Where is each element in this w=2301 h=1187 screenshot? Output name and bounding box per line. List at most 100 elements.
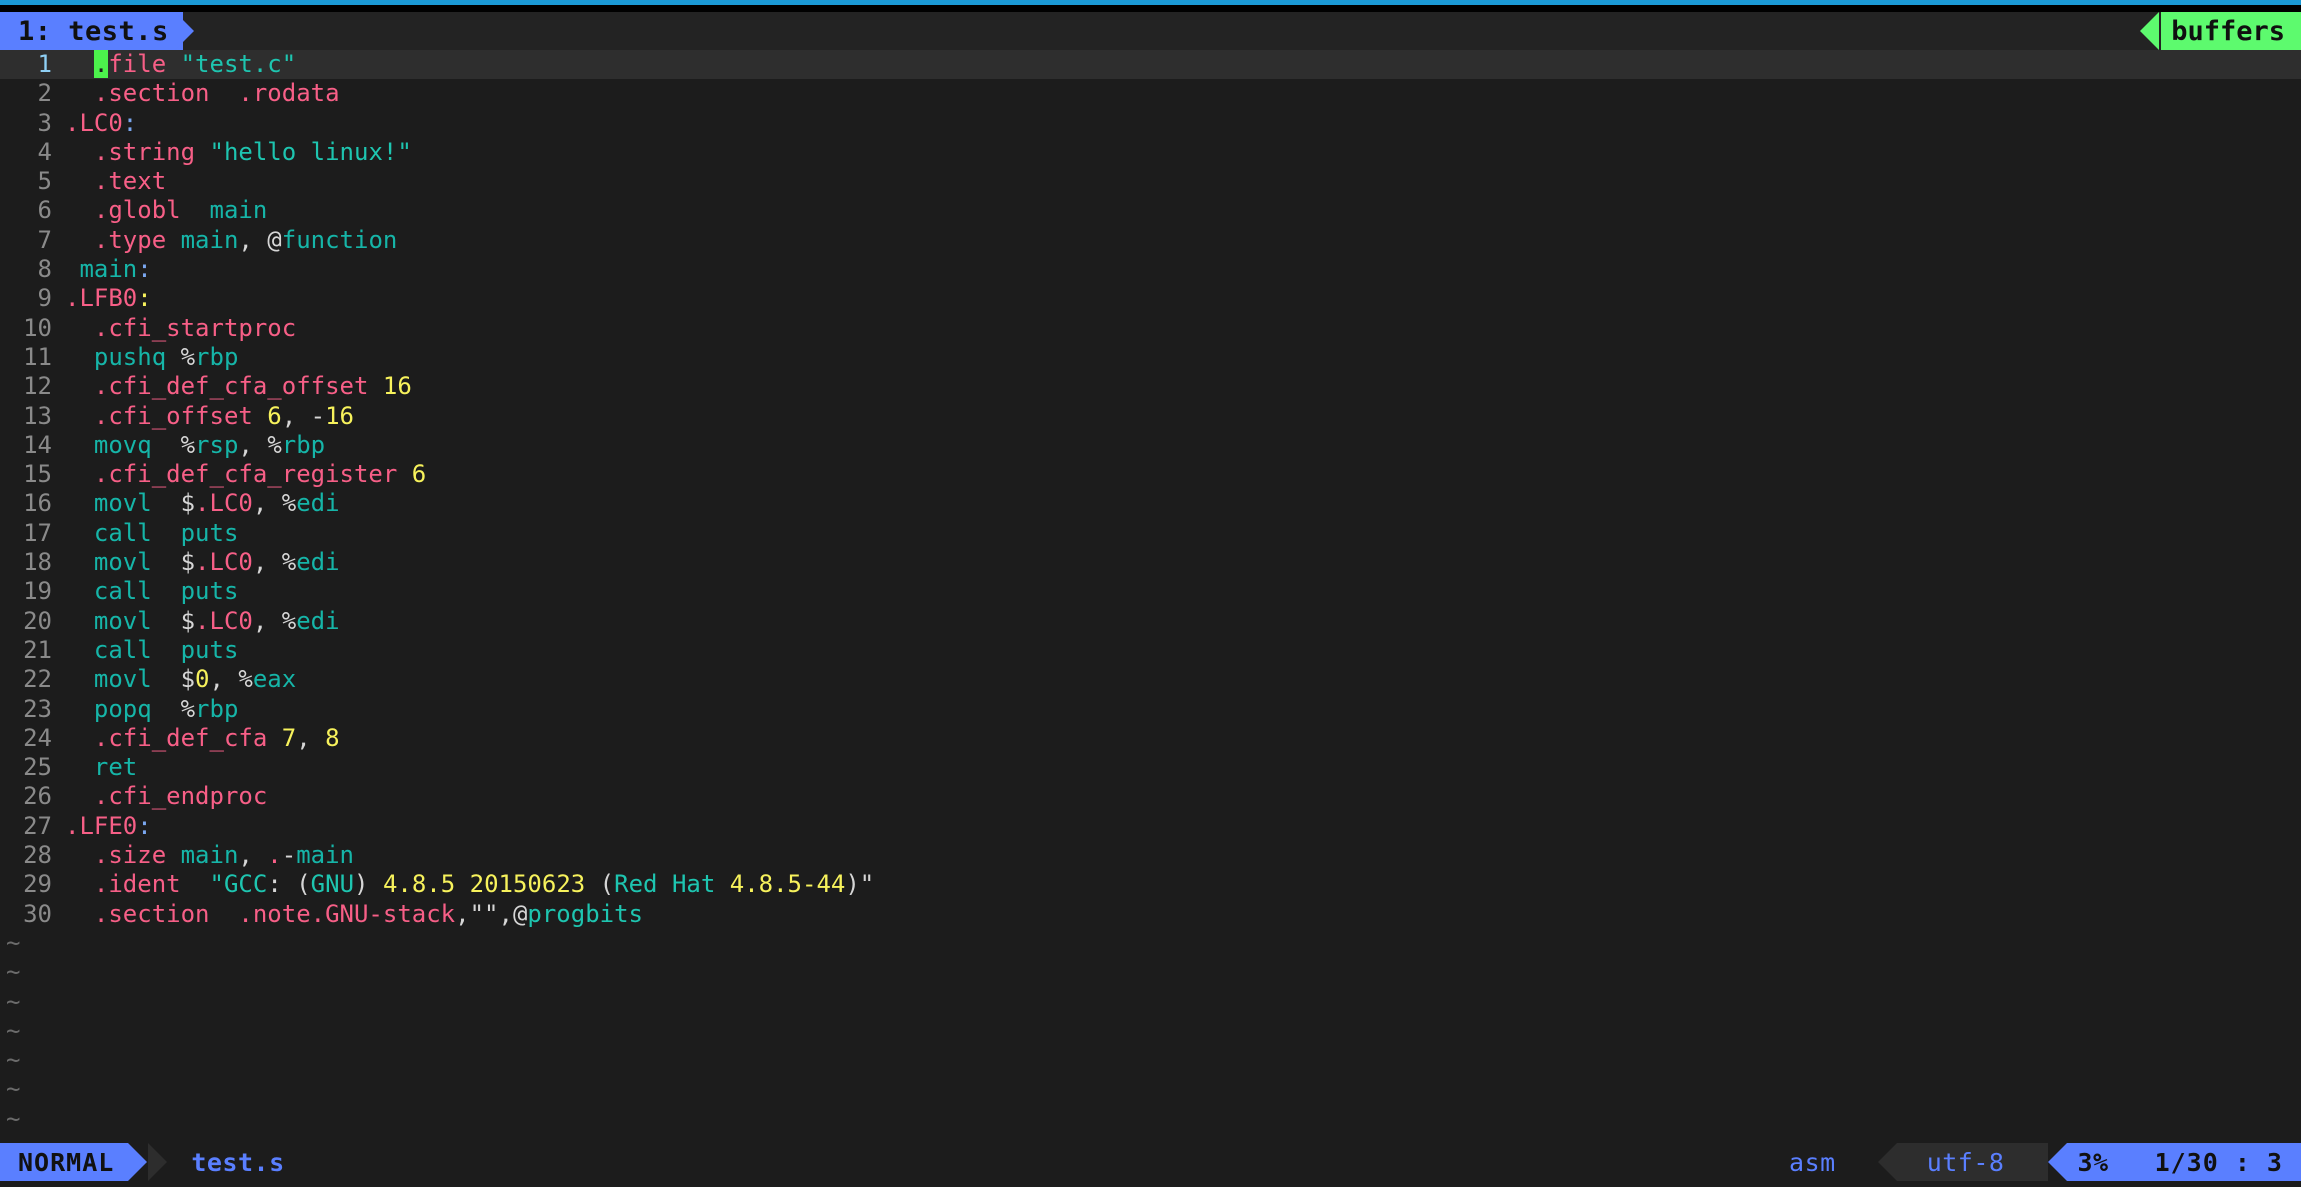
line-number: 8 <box>0 255 52 284</box>
code-line[interactable]: 16 movl $.LC0, %edi <box>0 489 2301 518</box>
line-number: 6 <box>0 196 52 225</box>
status-mode-badge: NORMAL <box>0 1143 128 1181</box>
code-token: )" <box>845 870 874 898</box>
code-token: .LC0 <box>195 489 253 517</box>
code-text: movl $0, %eax <box>52 665 296 694</box>
code-token: function <box>282 226 398 254</box>
line-number: 22 <box>0 665 52 694</box>
code-token: main <box>65 255 137 283</box>
line-number: 20 <box>0 607 52 636</box>
code-line[interactable]: 29 .ident "GCC: (GNU) 4.8.5 20150623 (Re… <box>0 870 2301 899</box>
code-line[interactable]: 3.LC0: <box>0 109 2301 138</box>
code-text: .file "test.c" <box>52 50 296 79</box>
code-line[interactable]: 7 .type main, @function <box>0 226 2301 255</box>
code-token: .type <box>65 226 181 254</box>
code-line[interactable]: 15 .cfi_def_cfa_register 6 <box>0 460 2301 489</box>
code-token: ( <box>296 870 310 898</box>
code-line[interactable]: 17 call puts <box>0 519 2301 548</box>
line-number: 17 <box>0 519 52 548</box>
code-line[interactable]: 4 .string "hello linux!" <box>0 138 2301 167</box>
code-line[interactable]: 1 .file "test.c" <box>0 50 2301 79</box>
code-line[interactable]: 24 .cfi_def_cfa 7, 8 <box>0 724 2301 753</box>
code-token: , <box>238 226 267 254</box>
code-token: rbp <box>195 695 238 723</box>
tabline-buffers-label[interactable]: buffers <box>2161 12 2301 50</box>
tab-buffer-1[interactable]: 1: test.s <box>0 12 183 50</box>
line-number: 27 <box>0 812 52 841</box>
code-token: .globl <box>65 196 210 224</box>
code-token: . <box>267 841 281 869</box>
editor-buffer[interactable]: 1 .file "test.c"2 .section .rodata3.LC0:… <box>0 50 2301 1137</box>
code-line[interactable]: 14 movq %rsp, %rbp <box>0 431 2301 460</box>
code-line[interactable]: 26 .cfi_endproc <box>0 782 2301 811</box>
code-token: progbits <box>527 900 643 928</box>
code-token: "hello linux!" <box>210 138 412 166</box>
code-token: .LFB0 <box>65 284 137 312</box>
code-token: .text <box>65 167 166 195</box>
code-line[interactable]: 10 .cfi_startproc <box>0 314 2301 343</box>
code-token: 6 <box>267 402 281 430</box>
code-line[interactable]: 30 .section .note.GNU-stack,"",@progbits <box>0 900 2301 929</box>
code-token: GNU <box>311 870 354 898</box>
code-token: ( <box>585 870 614 898</box>
code-line[interactable]: 9.LFB0: <box>0 284 2301 313</box>
code-line[interactable]: 11 pushq %rbp <box>0 343 2301 372</box>
code-token: ,"", <box>455 900 513 928</box>
code-line[interactable]: 20 movl $.LC0, %edi <box>0 607 2301 636</box>
code-line[interactable]: 2 .section .rodata <box>0 79 2301 108</box>
status-sep-arrow-icon <box>148 1143 167 1181</box>
code-text: .cfi_def_cfa_offset 16 <box>52 372 412 401</box>
code-text: .section .note.GNU-stack,"",@progbits <box>52 900 643 929</box>
code-token: - <box>282 841 296 869</box>
status-mode-text: NORMAL <box>18 1148 114 1177</box>
code-token: % <box>181 431 195 459</box>
code-line[interactable]: 21 call puts <box>0 636 2301 665</box>
buffers-arrow-icon <box>2140 12 2159 50</box>
code-line[interactable]: 12 .cfi_def_cfa_offset 16 <box>0 372 2301 401</box>
code-line[interactable]: 6 .globl main <box>0 196 2301 225</box>
code-line[interactable]: 27.LFE0: <box>0 812 2301 841</box>
code-token: .cfi_def_cfa_register <box>65 460 412 488</box>
cursor-block: . <box>94 50 108 78</box>
code-token: movl <box>65 607 181 635</box>
code-token: , <box>253 548 282 576</box>
code-line[interactable]: 25 ret <box>0 753 2301 782</box>
code-token: % <box>282 548 296 576</box>
code-line[interactable]: 8 main: <box>0 255 2301 284</box>
code-text: movq %rsp, %rbp <box>52 431 325 460</box>
code-line[interactable]: 13 .cfi_offset 6, -16 <box>0 402 2301 431</box>
code-token: ret <box>65 753 137 781</box>
line-number: 9 <box>0 284 52 313</box>
code-token: rbp <box>282 431 325 459</box>
code-line[interactable]: 19 call puts <box>0 577 2301 606</box>
code-token <box>65 50 94 78</box>
code-token: % <box>282 607 296 635</box>
empty-line-marker: ~ <box>0 1075 2301 1104</box>
code-text: .cfi_def_cfa_register 6 <box>52 460 426 489</box>
code-line[interactable]: 5 .text <box>0 167 2301 196</box>
code-token: .string <box>65 138 210 166</box>
code-line[interactable]: 22 movl $0, %eax <box>0 665 2301 694</box>
statusline: NORMAL test.s asm utf-8 3% 1/30 : 3 <box>0 1137 2301 1187</box>
status-mode-arrow-icon <box>128 1143 147 1181</box>
code-token: popq <box>65 695 181 723</box>
code-token: ) <box>354 870 383 898</box>
code-line[interactable]: 18 movl $.LC0, %edi <box>0 548 2301 577</box>
code-text: .text <box>52 167 166 196</box>
code-token: 4.8.5 20150623 <box>383 870 585 898</box>
code-token: $ <box>181 665 195 693</box>
code-token: $ <box>181 489 195 517</box>
empty-line-marker: ~ <box>0 1017 2301 1046</box>
code-text: .cfi_endproc <box>52 782 267 811</box>
empty-line-marker: ~ <box>0 958 2301 987</box>
code-line[interactable]: 23 popq %rbp <box>0 695 2301 724</box>
line-number: 10 <box>0 314 52 343</box>
code-token: .LC0 <box>195 607 253 635</box>
code-text: movl $.LC0, %edi <box>52 548 340 577</box>
vim-window: 1: test.s buffers 1 .file "test.c"2 .sec… <box>0 0 2301 1187</box>
line-number: 26 <box>0 782 52 811</box>
code-token: main <box>210 196 268 224</box>
line-number: 14 <box>0 431 52 460</box>
line-number: 21 <box>0 636 52 665</box>
code-line[interactable]: 28 .size main, .-main <box>0 841 2301 870</box>
